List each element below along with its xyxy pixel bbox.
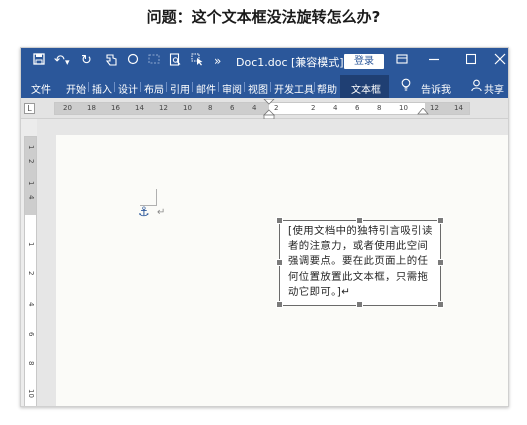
tab-design[interactable]: 设计 bbox=[118, 81, 138, 96]
ruler-number: 2 bbox=[27, 159, 35, 164]
tab-references[interactable]: 引用 bbox=[170, 81, 190, 96]
tab-separator bbox=[314, 82, 315, 92]
ruler-number: 8 bbox=[208, 104, 213, 112]
tab-textbox[interactable]: 文本框 bbox=[351, 81, 381, 96]
anchor-icon[interactable]: ⚓ bbox=[138, 205, 150, 220]
undo-icon[interactable]: ↶ bbox=[54, 53, 65, 69]
margin-corner-mark bbox=[140, 189, 157, 206]
dashed-box-icon[interactable] bbox=[148, 53, 160, 65]
ruler-number: 4 bbox=[252, 104, 257, 112]
question-heading: 问题：这个文本框没法旋转怎么办? bbox=[146, 8, 381, 26]
ruler-number: 1 bbox=[27, 242, 35, 247]
ruler-number: 12 bbox=[159, 104, 168, 112]
ruler-number: 12 bbox=[430, 104, 439, 112]
ruler-number: 8 bbox=[377, 104, 382, 112]
indent-marker[interactable] bbox=[263, 99, 275, 119]
ruler-number: 10 bbox=[27, 389, 35, 398]
ruler-number: 20 bbox=[63, 104, 72, 112]
tab-separator bbox=[270, 82, 271, 92]
document-title: Doc1.doc [兼容模式]... bbox=[236, 56, 355, 69]
lightbulb-icon[interactable] bbox=[401, 78, 411, 95]
text-box[interactable]: [使用文档中的独特引言吸引读者的注意力，或者使用此空间强调要点。要在此页面上的任… bbox=[279, 220, 441, 306]
tab-selector[interactable]: L bbox=[24, 103, 35, 114]
word-window: ↶ ▾ ↻ » Doc1.doc [兼容模式]... 登录 文件 开始 插入 设… bbox=[20, 47, 509, 407]
resize-handle-top-right[interactable] bbox=[437, 217, 444, 224]
user-icon[interactable] bbox=[471, 79, 482, 95]
ruler-number: 4 bbox=[333, 104, 338, 112]
resize-handle-bottom[interactable] bbox=[356, 301, 363, 308]
more-icon[interactable]: » bbox=[214, 53, 221, 69]
horizontal-ruler[interactable]: 20 18 16 14 12 10 8 6 4 2 2 4 6 8 10 12 … bbox=[54, 99, 470, 119]
ruler-number: 14 bbox=[135, 104, 144, 112]
ruler-number: 1 bbox=[27, 181, 35, 186]
tab-separator bbox=[192, 82, 193, 92]
tab-help[interactable]: 帮助 bbox=[317, 81, 337, 96]
ribbon-tabs: 文件 开始 插入 设计 布局 引用 邮件 审阅 视图 开发工具 帮助 文本框 告… bbox=[21, 75, 508, 98]
resize-handle-top[interactable] bbox=[356, 217, 363, 224]
ruler-strip: L 20 18 16 14 12 10 8 6 4 2 2 4 6 8 10 1… bbox=[21, 98, 508, 119]
ruler-number: 10 bbox=[183, 104, 192, 112]
vertical-ruler[interactable]: 1 2 1 4 1 2 4 6 8 10 bbox=[24, 136, 37, 406]
ruler-number: 6 bbox=[27, 332, 35, 337]
print-preview-icon[interactable] bbox=[169, 53, 181, 66]
tab-insert[interactable]: 插入 bbox=[92, 81, 112, 96]
login-button[interactable]: 登录 bbox=[344, 54, 384, 69]
tab-separator bbox=[140, 82, 141, 92]
ruler-number: 1 bbox=[27, 145, 35, 150]
tab-separator bbox=[114, 82, 115, 92]
tab-review[interactable]: 审阅 bbox=[222, 81, 242, 96]
minimize-icon[interactable] bbox=[429, 53, 439, 68]
ruler-number: 4 bbox=[27, 302, 35, 307]
ruler-number: 2 bbox=[27, 271, 35, 276]
tab-separator bbox=[166, 82, 167, 92]
undo-dropdown-icon[interactable]: ▾ bbox=[65, 55, 70, 71]
ruler-number: 14 bbox=[454, 104, 463, 112]
ruler-number: 18 bbox=[87, 104, 96, 112]
resize-handle-left[interactable] bbox=[276, 259, 283, 266]
select-icon[interactable] bbox=[191, 53, 204, 66]
ruler-number: 16 bbox=[111, 104, 120, 112]
paragraph-mark: ↵ bbox=[157, 207, 166, 218]
tab-separator bbox=[88, 82, 89, 92]
document-page[interactable]: ⚓ ↵ [使用文档中的独特引言吸引读者的注意力，或者使用此空间强调要点。要在此页… bbox=[56, 135, 508, 406]
tab-home[interactable]: 开始 bbox=[66, 81, 86, 96]
tell-me-box[interactable]: 告诉我 bbox=[421, 81, 451, 96]
ruler-number: 10 bbox=[399, 104, 408, 112]
ribbon-display-icon[interactable] bbox=[396, 53, 408, 68]
title-bar: ↶ ▾ ↻ » Doc1.doc [兼容模式]... 登录 bbox=[21, 48, 508, 75]
touch-icon[interactable] bbox=[105, 53, 117, 66]
ruler-number: 6 bbox=[230, 104, 235, 112]
tab-developer[interactable]: 开发工具 bbox=[274, 81, 314, 96]
tab-mailings[interactable]: 邮件 bbox=[196, 81, 216, 96]
tab-separator bbox=[218, 82, 219, 92]
tab-file[interactable]: 文件 bbox=[31, 81, 51, 96]
save-icon[interactable] bbox=[33, 53, 45, 65]
resize-handle-right[interactable] bbox=[437, 259, 444, 266]
close-icon[interactable] bbox=[494, 53, 506, 68]
resize-handle-bottom-right[interactable] bbox=[437, 301, 444, 308]
ruler-number: 2 bbox=[311, 104, 316, 112]
redo-icon[interactable]: ↻ bbox=[81, 53, 92, 69]
ruler-number: 8 bbox=[27, 361, 35, 366]
document-area: ⚓ ↵ [使用文档中的独特引言吸引读者的注意力，或者使用此空间强调要点。要在此页… bbox=[37, 119, 508, 406]
resize-handle-top-left[interactable] bbox=[276, 217, 283, 224]
resize-handle-bottom-left[interactable] bbox=[276, 301, 283, 308]
ruler-number: 4 bbox=[27, 195, 35, 200]
tab-separator bbox=[244, 82, 245, 92]
right-indent-marker[interactable] bbox=[417, 108, 429, 116]
maximize-icon[interactable] bbox=[465, 53, 477, 68]
circle-icon[interactable] bbox=[127, 53, 139, 65]
text-box-content[interactable]: [使用文档中的独特引言吸引读者的注意力，或者使用此空间强调要点。要在此页面上的任… bbox=[288, 224, 437, 300]
ruler-number: 6 bbox=[355, 104, 360, 112]
share-button[interactable]: 共享 bbox=[484, 81, 504, 96]
tab-view[interactable]: 视图 bbox=[248, 81, 268, 96]
tab-layout[interactable]: 布局 bbox=[144, 81, 164, 96]
